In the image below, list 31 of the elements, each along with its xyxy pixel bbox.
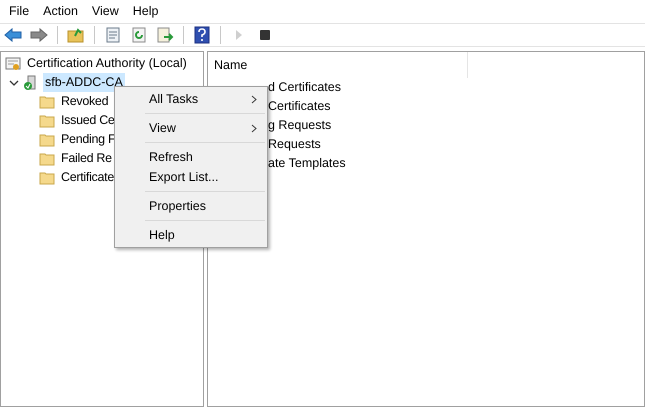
back-arrow-icon[interactable] (2, 25, 24, 45)
tree-item[interactable]: Failed Re (59, 149, 114, 168)
tree-item[interactable]: Issued Ce (59, 111, 117, 130)
tree-item[interactable]: Certification Authority (Local) (25, 54, 189, 73)
menu-item[interactable]: Help (126, 2, 166, 21)
forward-arrow-icon[interactable] (28, 25, 50, 45)
folder-icon (39, 152, 55, 166)
context-menu-item[interactable]: Properties (115, 196, 267, 216)
list-item[interactable]: g Requests (268, 116, 332, 135)
folder-icon (39, 132, 55, 146)
chevron-down-icon[interactable] (9, 78, 19, 88)
column-header[interactable]: Name (208, 52, 468, 78)
menu-item[interactable]: Action (36, 2, 85, 21)
tree-item[interactable]: Certificate (59, 168, 116, 187)
folder-icon (39, 114, 55, 128)
tree-item[interactable]: Revoked (59, 92, 110, 111)
menu-item[interactable]: File (2, 2, 36, 21)
context-menu-item[interactable]: Export List... (115, 167, 267, 187)
context-menu-item[interactable]: Help (115, 225, 267, 245)
list-item[interactable]: ate Templates (268, 154, 346, 173)
tree-item[interactable]: sfb-ADDC-CA (43, 73, 125, 92)
list-item[interactable]: d Certificates (268, 78, 341, 97)
certificate-icon (5, 56, 21, 72)
context-menu-item[interactable]: View (115, 118, 267, 138)
context-menu-item[interactable]: All Tasks (115, 89, 267, 109)
menu-item[interactable]: View (84, 2, 126, 21)
folder-icon (39, 94, 55, 108)
context-menu-item[interactable]: Refresh (115, 147, 267, 167)
folder-icon (39, 170, 55, 184)
list-item[interactable]: Requests (268, 135, 321, 154)
list-item[interactable]: Certificates (268, 97, 331, 116)
